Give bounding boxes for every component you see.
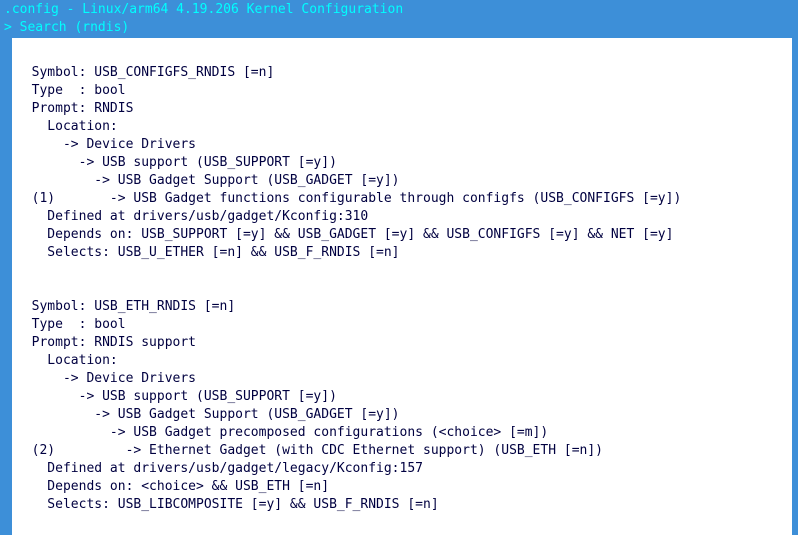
search-breadcrumb: > Search (rndis) — [0, 20, 798, 38]
search-label: Search (rndis) — [20, 20, 130, 35]
title-text: .config - Linux/arm64 4.19.206 Kernel Co… — [4, 2, 403, 17]
window-title: .config - Linux/arm64 4.19.206 Kernel Co… — [0, 0, 798, 20]
search-arrow: > — [4, 20, 20, 35]
search-results-pane[interactable]: Symbol: USB_CONFIGFS_RNDIS [=n] Type : b… — [12, 38, 792, 535]
